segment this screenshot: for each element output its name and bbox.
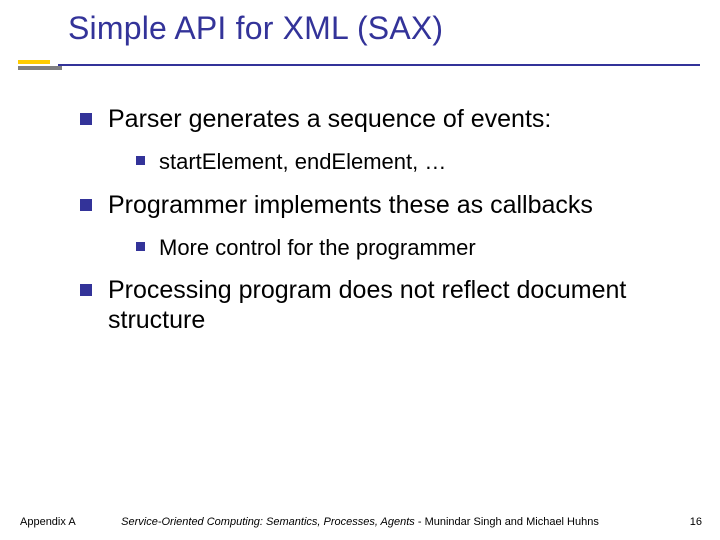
footer-center: Service-Oriented Computing: Semantics, P… <box>0 516 720 528</box>
bullet-icon <box>80 113 92 125</box>
bullet-text: Parser generates a sequence of events: <box>108 104 551 134</box>
title-block: Simple API for XML (SAX) <box>68 10 443 47</box>
accent-decoration <box>18 60 62 70</box>
bullet-icon <box>80 284 92 296</box>
list-item: Processing program does not reflect docu… <box>80 275 680 335</box>
footer-citation-authors: - Munindar Singh and Michael Huhns <box>415 516 599 528</box>
bullet-text: startElement, endElement, … <box>159 148 446 176</box>
footer-citation-title: Service-Oriented Computing: Semantics, P… <box>121 516 415 528</box>
page-number: 16 <box>690 516 702 528</box>
bullet-icon <box>136 156 145 165</box>
bullet-text: Programmer implements these as callbacks <box>108 190 593 220</box>
bullet-text: Processing program does not reflect docu… <box>108 275 680 335</box>
list-subitem: startElement, endElement, … <box>136 148 680 176</box>
slide: Simple API for XML (SAX) Parser generate… <box>0 0 720 540</box>
bullet-icon <box>80 199 92 211</box>
list-item: Programmer implements these as callbacks <box>80 190 680 220</box>
slide-title: Simple API for XML (SAX) <box>68 10 443 47</box>
title-underline <box>58 64 700 66</box>
bullet-icon <box>136 242 145 251</box>
slide-body: Parser generates a sequence of events: s… <box>80 92 680 335</box>
bullet-text: More control for the programmer <box>159 234 476 262</box>
list-item: Parser generates a sequence of events: <box>80 104 680 134</box>
list-subitem: More control for the programmer <box>136 234 680 262</box>
